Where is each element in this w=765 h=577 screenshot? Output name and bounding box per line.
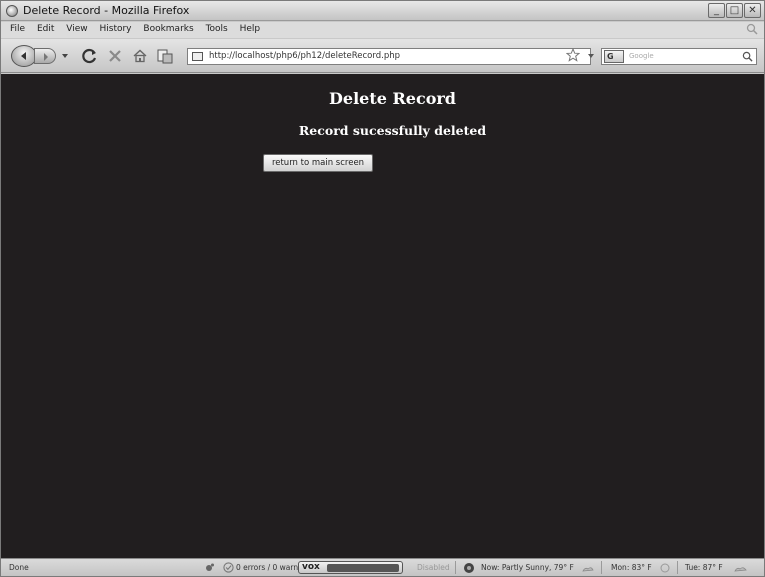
menu-bar: File Edit View History Bookmarks Tools H… [1, 22, 764, 38]
page-setup-icon[interactable] [156, 47, 174, 65]
home-icon[interactable] [131, 47, 149, 65]
menu-help[interactable]: Help [240, 24, 261, 34]
page-content: Delete Record Record sucessfully deleted… [1, 74, 764, 558]
menu-file[interactable]: File [10, 24, 25, 34]
firefox-icon [6, 5, 18, 17]
page-icon [192, 52, 203, 61]
stop-icon[interactable] [106, 47, 124, 65]
navigation-toolbar: http://localhost/php6/ph12/deleteRecord.… [1, 39, 764, 73]
menu-tools[interactable]: Tools [206, 24, 228, 34]
return-to-main-button[interactable]: return to main screen [263, 154, 373, 172]
vox-progress-track[interactable] [327, 564, 399, 572]
history-dropdown-icon[interactable] [61, 50, 69, 60]
status-separator [677, 561, 678, 574]
maximize-button[interactable]: □ [726, 3, 743, 18]
cloudy-icon [734, 567, 747, 572]
close-button[interactable]: ✕ [744, 3, 761, 18]
back-arrow-icon [21, 52, 26, 60]
menu-bookmarks[interactable]: Bookmarks [143, 24, 193, 34]
browser-window: Delete Record - Mozilla Firefox _ □ ✕ Fi… [0, 0, 765, 577]
reload-icon[interactable] [81, 47, 99, 65]
page-heading: Delete Record [329, 89, 456, 108]
search-placeholder: Google [629, 52, 654, 60]
window-title: Delete Record - Mozilla Firefox [23, 4, 190, 17]
search-go-icon[interactable] [742, 51, 753, 62]
status-message: Record sucessfully deleted [298, 123, 487, 138]
status-text: Done [9, 563, 29, 572]
vox-media-control[interactable]: vox [298, 561, 403, 574]
weather-now[interactable]: Now: Partly Sunny, 79° F [481, 563, 574, 572]
minimize-button[interactable]: _ [708, 3, 725, 18]
globe-icon [464, 563, 474, 573]
address-bar[interactable]: http://localhost/php6/ph12/deleteRecord.… [187, 48, 591, 65]
status-bar: Done 0 errors / 0 warnings vox Disabled … [1, 558, 764, 576]
vox-logo: vox [302, 562, 320, 572]
status-separator [601, 561, 602, 574]
search-icon [746, 23, 758, 35]
search-bar[interactable]: G Google [601, 48, 757, 65]
title-bar: Delete Record - Mozilla Firefox _ □ ✕ [1, 1, 764, 21]
status-separator [455, 561, 456, 574]
check-circle-icon [223, 562, 234, 573]
menu-edit[interactable]: Edit [37, 24, 54, 34]
url-text: http://localhost/php6/ph12/deleteRecord.… [209, 51, 400, 61]
search-engine-button[interactable]: G [604, 50, 624, 63]
weather-mon[interactable]: Mon: 83° F [611, 563, 652, 572]
sunny-icon [660, 563, 670, 573]
weather-tue[interactable]: Tue: 87° F [685, 563, 723, 572]
bookmark-star-icon[interactable] [566, 48, 580, 62]
window-controls: _ □ ✕ [708, 3, 761, 18]
menu-view[interactable]: View [66, 24, 87, 34]
disabled-label: Disabled [417, 563, 450, 572]
addon-icon[interactable] [203, 562, 215, 574]
forward-button[interactable] [34, 48, 56, 64]
url-dropdown-icon[interactable] [587, 52, 595, 60]
forward-arrow-icon [44, 53, 48, 61]
menu-history[interactable]: History [99, 24, 131, 34]
partly-sunny-icon [582, 567, 594, 572]
